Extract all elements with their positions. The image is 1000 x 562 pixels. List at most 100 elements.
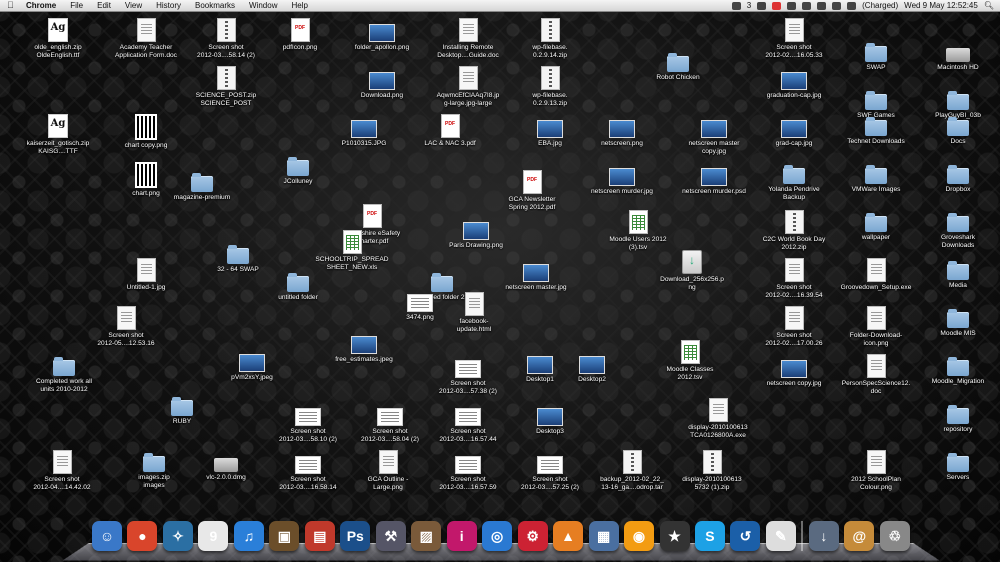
desktop-item[interactable]: free_estimates.jpeg: [322, 330, 406, 364]
documents-stack-icon[interactable]: @: [844, 521, 875, 551]
imovie-icon[interactable]: ★: [659, 521, 690, 551]
desktop-item[interactable]: 2012 SchoolPlan Colour.png: [834, 450, 918, 491]
webcam-icon[interactable]: ◉: [624, 521, 655, 551]
chrome-icon[interactable]: ●: [127, 521, 158, 551]
desktop-item[interactable]: netscreen.png: [580, 114, 664, 148]
desktop-item[interactable]: wallpaper: [834, 210, 918, 242]
desktop-item[interactable]: PersonSpecScience12. doc: [834, 354, 918, 395]
desktop-item[interactable]: Screen shot 2012-02....17.00.26: [752, 306, 836, 347]
desktop-item[interactable]: AqwmcEfClAAq7I8.jp g-large.jpg-large: [426, 66, 510, 107]
vlc-icon[interactable]: ▲: [553, 521, 584, 551]
desktop-item[interactable]: RUBY: [140, 394, 224, 426]
desktop-item[interactable]: netscreen murder.psd: [672, 162, 756, 196]
twitter-bird-icon[interactable]: ✧: [162, 521, 193, 551]
notification-count-badge[interactable]: 3: [747, 0, 751, 11]
desktop-item[interactable]: chart copy.png: [104, 114, 188, 150]
desktop-item[interactable]: vlc-2.0.0.dmg: [184, 450, 268, 482]
desktop-item[interactable]: Robot Chicken: [636, 50, 720, 82]
desktop-item[interactable]: Download_256x256.p ng: [650, 250, 734, 291]
menu-bookmarks[interactable]: Bookmarks: [195, 0, 235, 11]
remote-desktop-icon[interactable]: ▤: [304, 521, 335, 551]
desktop-item[interactable]: Servers: [916, 450, 1000, 482]
desktop-item[interactable]: Technet Downloads: [834, 114, 918, 146]
desktop-item[interactable]: P1010315.JPG: [322, 114, 406, 148]
skype-icon[interactable]: S: [694, 521, 725, 551]
transmission-icon[interactable]: ⚙: [517, 521, 548, 551]
desktop-item[interactable]: Paris Drawing.png: [434, 216, 518, 250]
bluetooth-icon[interactable]: [802, 1, 812, 10]
script-editor-icon[interactable]: ✎: [765, 521, 796, 551]
desktop-item[interactable]: Dropbox: [916, 162, 1000, 194]
desktop-item[interactable]: Desktop3: [508, 402, 592, 436]
desktop-item[interactable]: Screen shot 2012-03....16.58.14: [266, 450, 350, 491]
desktop-item[interactable]: kaiserzeit_gotisch.zip KAISG....TTF: [16, 114, 100, 155]
desktop-item[interactable]: Moodle MIS: [916, 306, 1000, 338]
desktop-item[interactable]: pdfIcon.png: [258, 18, 342, 52]
desktop-item[interactable]: SWAP: [834, 40, 918, 72]
desktop-item[interactable]: Screen shot 2012-03....58.04 (2): [348, 402, 432, 443]
preview-icon[interactable]: ▨: [411, 521, 442, 551]
menubar-clock[interactable]: Wed 9 May 12:52:45: [904, 0, 978, 11]
desktop-item[interactable]: C2C World Book Day 2012.zip: [752, 210, 836, 251]
desktop-item[interactable]: Moodle Users 2012 (3).tsv: [596, 210, 680, 251]
photoshop-icon[interactable]: Ps: [340, 521, 371, 551]
trash-icon[interactable]: ♲: [879, 521, 910, 551]
desktop-item[interactable]: pVm2xsY.jpeg: [210, 348, 294, 382]
desktop-item[interactable]: Academy Teacher Application Form.doc: [104, 18, 188, 59]
desktop-item[interactable]: Screen shot 2012-03....16.57.44: [426, 402, 510, 443]
desktop-item[interactable]: JColluney: [256, 154, 340, 186]
desktop-item[interactable]: Installing Remote Desktop....Guide.doc: [426, 18, 510, 59]
itunes-icon[interactable]: ♫: [233, 521, 264, 551]
desktop-item[interactable]: olde_english.zip OldeEnglish.ttf: [16, 18, 100, 59]
skype-status-icon[interactable]: [757, 1, 767, 10]
desktop-item[interactable]: SCIENCE_POST.zip SCIENCE_POST: [184, 66, 268, 107]
desktop-item[interactable]: Moodle Classes 2012.tsv: [648, 340, 732, 381]
menu-edit[interactable]: Edit: [97, 0, 111, 11]
desktop-item[interactable]: Media: [916, 258, 1000, 290]
wifi-status-icon[interactable]: [817, 1, 827, 10]
desktop-item[interactable]: netscreen copy.jpg: [752, 354, 836, 388]
desktop-item[interactable]: wp-filebase. 0.2.9.13.zip: [508, 66, 592, 107]
desktop-item[interactable]: Completed work all units 2010-2012: [22, 354, 106, 393]
desktop-item[interactable]: wp-filebase. 0.2.9.14.zip: [508, 18, 592, 59]
desktop-item[interactable]: untitled folder: [256, 270, 340, 302]
desktop-item[interactable]: Screen shot 2012-05....12.53.16: [84, 306, 168, 347]
desktop-item[interactable]: netscreen master.jpg: [494, 258, 578, 292]
desktop-item[interactable]: Untitled-1.jpg: [104, 258, 188, 292]
desktop-item[interactable]: Macintosh HD: [916, 40, 1000, 72]
battery-status-text[interactable]: (Charged): [862, 0, 898, 11]
desktop-item[interactable]: LAC & NAC 3.pdf: [408, 114, 492, 148]
desktop-item[interactable]: backup_2012-02_22_ 13-16_ga....odrop.tar: [590, 450, 674, 491]
desktop-item[interactable]: netscreen murder.jpg: [580, 162, 664, 196]
dropbox-status-icon[interactable]: [731, 1, 741, 10]
time-machine-icon[interactable]: ↺: [730, 521, 761, 551]
time-machine-status-icon[interactable]: [787, 1, 797, 10]
desktop-item[interactable]: SCHOOLTRIP_SPREAD SHEET_NEW.xls: [310, 230, 394, 271]
menu-history[interactable]: History: [156, 0, 181, 11]
desktop-item[interactable]: Screen shot 2012-02....16.05.33: [752, 18, 836, 59]
desktop-item[interactable]: GCA Newsletter Spring 2012.pdf: [490, 170, 574, 211]
menu-view[interactable]: View: [125, 0, 142, 11]
desktop-item[interactable]: Screen shot 2012-04....14.42.02: [20, 450, 104, 491]
desktop-item[interactable]: netscreen master copy.jpg: [672, 114, 756, 155]
volume-icon[interactable]: [832, 1, 842, 10]
desktop-item[interactable]: Screen shot 2012-03....16.57.59: [426, 450, 510, 491]
desktop-item[interactable]: Desktop2: [550, 350, 634, 384]
desktop-item[interactable]: folder_apollon.png: [340, 18, 424, 52]
menu-file[interactable]: File: [70, 0, 83, 11]
desktop-item[interactable]: Moodle_Migration: [916, 354, 1000, 386]
iphoto-albums-icon[interactable]: ▦: [588, 521, 619, 551]
desktop-item[interactable]: Screen shot 2012-02....16.39.54: [752, 258, 836, 299]
desktop-item[interactable]: display-2010100613 5732 (1).zip: [670, 450, 754, 491]
gmail-notifier-icon[interactable]: [772, 1, 782, 10]
instapaper-icon[interactable]: i: [446, 521, 477, 551]
menu-help[interactable]: Help: [291, 0, 307, 11]
apple-menu-icon[interactable]: : [7, 0, 14, 11]
desktop-item[interactable]: Yolanda Pendrive Backup: [752, 162, 836, 201]
xcode-icon[interactable]: ⚒: [375, 521, 406, 551]
desktop-item[interactable]: 32 - 64 SWAP: [196, 242, 280, 274]
desktop-item[interactable]: magazine-premium: [160, 170, 244, 202]
desktop-item[interactable]: Download.png: [340, 66, 424, 100]
desktop-item[interactable]: grad-cap.jpg: [752, 114, 836, 148]
desktop-item[interactable]: Screen shot 2012-03....57.25 (2): [508, 450, 592, 491]
